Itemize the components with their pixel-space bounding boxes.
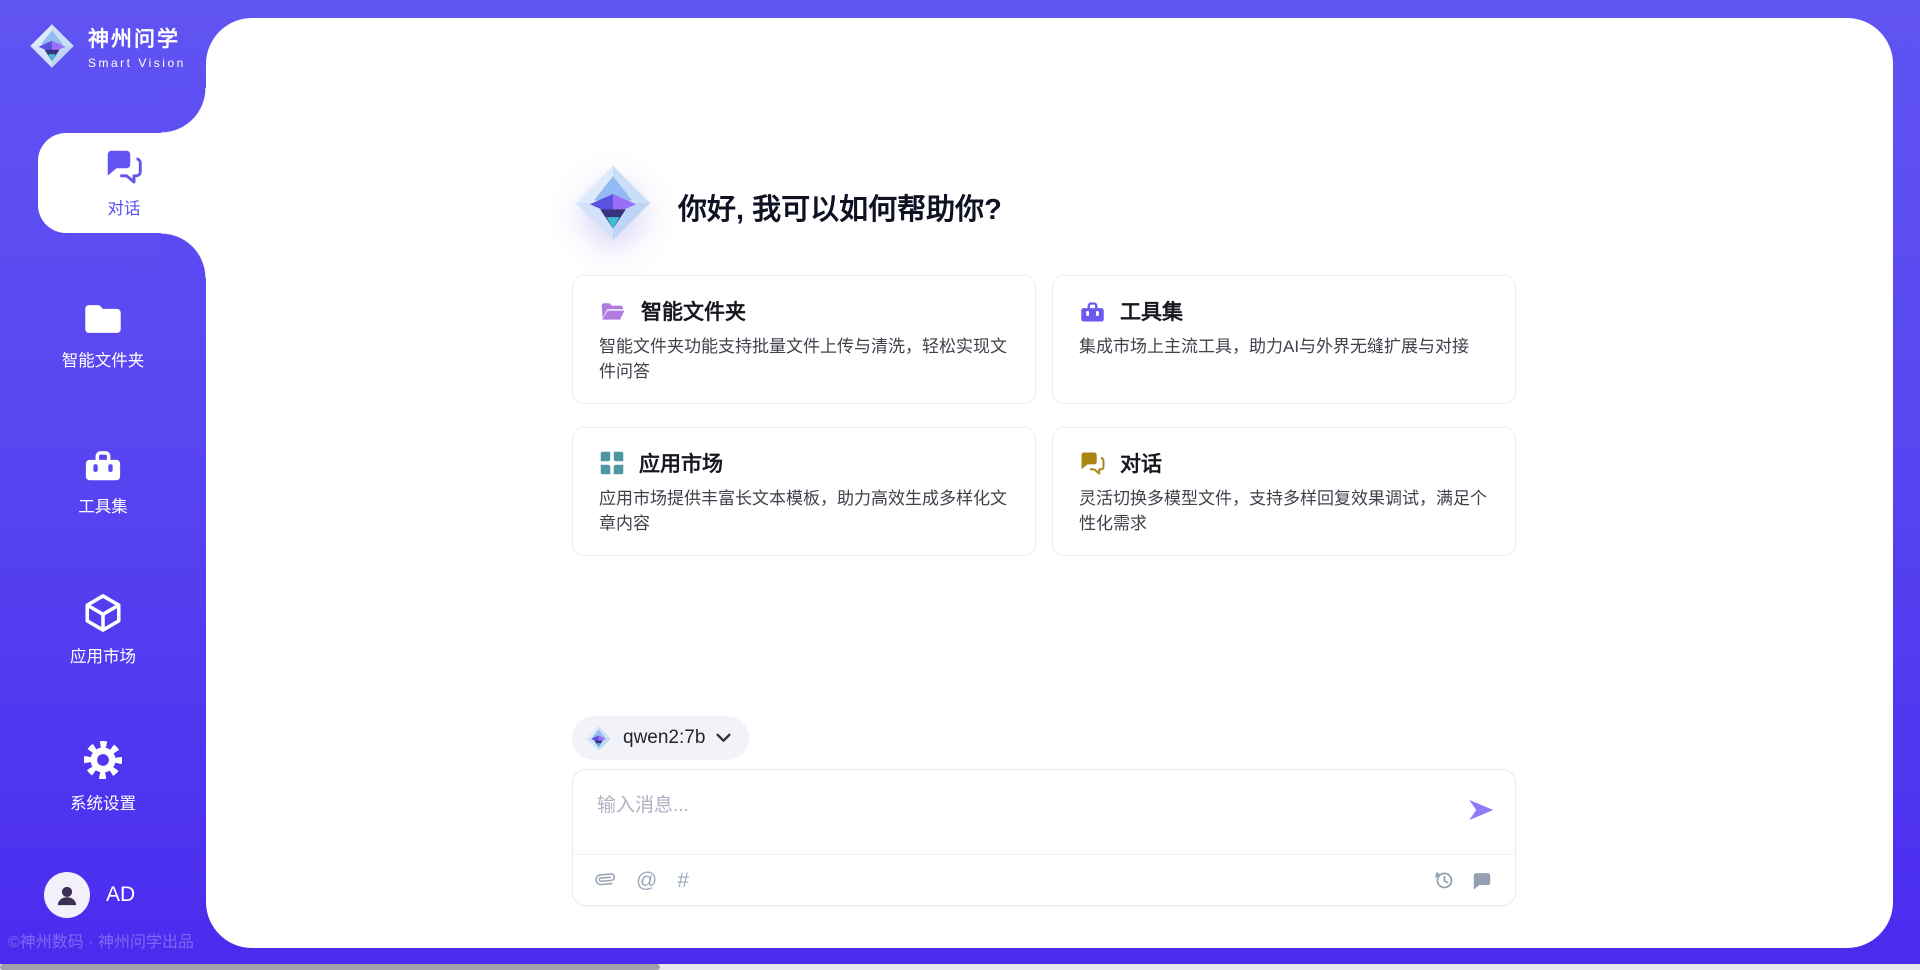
card-smart-folder[interactable]: 智能文件夹 智能文件夹功能支持批量文件上传与清洗，轻松实现文件问答 xyxy=(572,275,1036,404)
card-description: 智能文件夹功能支持批量文件上传与清洗，轻松实现文件问答 xyxy=(599,335,1009,384)
feature-cards: 智能文件夹 智能文件夹功能支持批量文件上传与清洗，轻松实现文件问答 工具集 集成… xyxy=(572,275,1516,556)
composer-toolbar: @ # xyxy=(573,854,1515,905)
brand-name: 神州问学 xyxy=(88,23,186,53)
chevron-down-icon xyxy=(716,733,731,743)
card-toolbox[interactable]: 工具集 集成市场上主流工具，助力AI与外界无缝扩展与对接 xyxy=(1052,275,1516,404)
card-description: 集成市场上主流工具，助力AI与外界无缝扩展与对接 xyxy=(1079,335,1489,360)
sidebar-item-smart-folder[interactable]: 智能文件夹 xyxy=(0,300,206,371)
user-profile[interactable]: AD xyxy=(44,872,135,918)
cube-icon xyxy=(82,592,124,634)
user-initials: AD xyxy=(106,883,135,907)
sidebar-item-label: 对话 xyxy=(108,195,141,219)
card-chat[interactable]: 对话 灵活切换多模型文件，支持多样回复效果调试，满足个性化需求 xyxy=(1052,427,1516,556)
avatar xyxy=(44,872,90,918)
brand-logo: 神州问学 Smart Vision xyxy=(28,22,186,70)
paperclip-icon[interactable] xyxy=(595,870,616,891)
person-icon xyxy=(53,881,81,909)
toolbox-icon xyxy=(82,446,124,484)
brand-text: 神州问学 Smart Vision xyxy=(88,23,186,70)
gear-icon xyxy=(82,739,124,781)
main-panel: 你好, 我可以如何帮助你? 智能文件夹 智能文件夹功能支持批量文件上传与清洗，轻… xyxy=(206,18,1893,948)
card-title: 应用市场 xyxy=(639,448,723,478)
model-selector[interactable]: qwen2:7b xyxy=(572,716,749,760)
sidebar-item-settings[interactable]: 系统设置 xyxy=(0,739,206,814)
greeting-title: 你好, 我可以如何帮助你? xyxy=(678,186,1002,228)
sidebar-item-chat[interactable]: 对话 xyxy=(38,133,210,233)
message-input[interactable] xyxy=(573,770,1515,832)
sidebar-item-label: 工具集 xyxy=(78,493,128,517)
brand-subtitle: Smart Vision xyxy=(88,56,186,70)
hash-icon[interactable]: # xyxy=(677,870,689,891)
card-title: 智能文件夹 xyxy=(641,296,746,326)
sidebar-item-label: 应用市场 xyxy=(70,643,136,667)
diamond-logo-icon xyxy=(585,725,612,752)
scrollbar-thumb[interactable] xyxy=(0,964,660,970)
grid-icon xyxy=(599,450,625,476)
at-icon[interactable]: @ xyxy=(636,870,657,891)
composer-toolbar-right xyxy=(1433,869,1493,891)
chat-bubble-icon[interactable] xyxy=(1471,870,1493,891)
sidebar-item-toolbox[interactable]: 工具集 xyxy=(0,446,206,517)
card-app-market[interactable]: 应用市场 应用市场提供丰富长文本模板，助力高效生成多样化文章内容 xyxy=(572,427,1036,556)
card-description: 应用市场提供丰富长文本模板，助力高效生成多样化文章内容 xyxy=(599,487,1009,536)
brand-diamond-icon xyxy=(28,22,76,70)
chat-icon xyxy=(104,147,144,187)
sidebar: 神州问学 Smart Vision 对话 智能文件夹 xyxy=(0,0,206,970)
horizontal-scrollbar[interactable] xyxy=(0,964,1920,970)
chat-icon xyxy=(1079,450,1106,477)
folder-open-icon xyxy=(599,298,627,324)
sidebar-item-label: 智能文件夹 xyxy=(62,347,145,371)
active-tab-curve-bottom xyxy=(161,233,206,278)
model-name: qwen2:7b xyxy=(623,727,705,749)
toolbox-icon xyxy=(1079,299,1106,324)
card-title: 工具集 xyxy=(1120,296,1183,326)
sidebar-footer-text: ©神州数码 · 神州问学出品 xyxy=(8,928,206,952)
sidebar-item-label: 系统设置 xyxy=(70,790,136,814)
card-title: 对话 xyxy=(1120,448,1162,478)
folder-icon xyxy=(82,300,124,338)
card-description: 灵活切换多模型文件，支持多样回复效果调试，满足个性化需求 xyxy=(1079,487,1489,536)
hero-diamond-icon xyxy=(572,162,654,244)
send-button[interactable] xyxy=(1465,795,1497,827)
history-icon[interactable] xyxy=(1433,869,1455,891)
sidebar-item-app-market[interactable]: 应用市场 xyxy=(0,592,206,667)
composer: @ # xyxy=(572,769,1516,906)
send-icon xyxy=(1466,795,1496,825)
active-tab-curve-top xyxy=(161,88,206,133)
